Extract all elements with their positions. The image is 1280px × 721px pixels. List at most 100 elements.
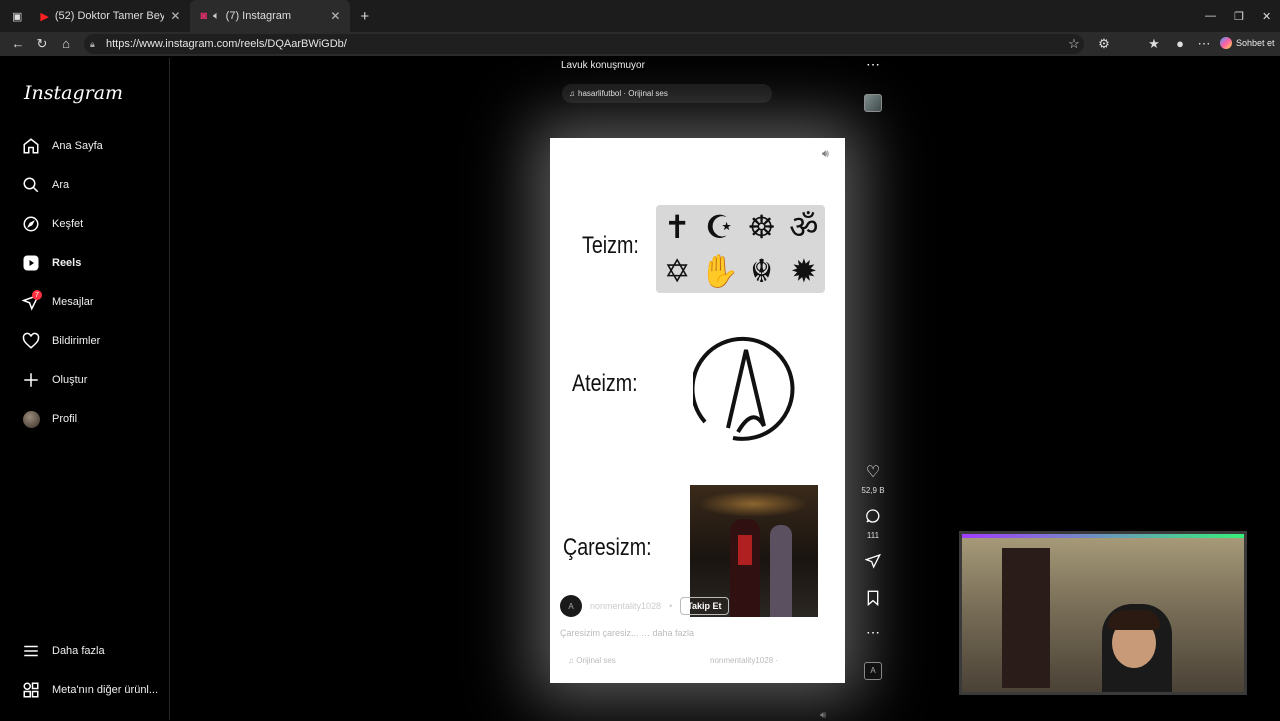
copilot-button[interactable]: Sohbet et: [1220, 37, 1275, 49]
instagram-logo[interactable]: Instagram: [24, 82, 123, 104]
tab-label: (52) Doktor Tamer Bey - Merhaba: [54, 10, 165, 22]
refresh-icon[interactable]: ↻: [34, 36, 50, 52]
reel-caption[interactable]: Çaresizim çaresiz... … daha fazla: [560, 628, 694, 638]
sidebar-item-messages[interactable]: 7 Mesajlar: [22, 289, 94, 315]
save-icon[interactable]: [862, 590, 884, 611]
reel-audio[interactable]: ♫ Orijinal ses: [568, 656, 616, 665]
messenger-icon: 7: [22, 290, 42, 311]
browser-tab-bar: ▣ ▶ (52) Doktor Tamer Bey - Merhaba ✕ ◙ …: [0, 0, 1280, 32]
minimize-icon[interactable]: —: [1205, 10, 1216, 22]
address-bar-row: ← ↻ ⌂ 🔒︎ https://www.instagram.com/reels…: [0, 32, 1280, 56]
tab-label: (7) Instagram: [225, 10, 292, 22]
profile-icon[interactable]: ●: [1172, 36, 1188, 52]
jain-hand-icon: ✋: [699, 253, 740, 289]
plus-icon: [22, 371, 40, 389]
follow-button[interactable]: Takip Et: [680, 597, 729, 615]
speaker-icon[interactable]: 🔊︎: [822, 148, 829, 161]
url-field[interactable]: 🔒︎ https://www.instagram.com/reels/DQAar…: [84, 34, 1084, 54]
khanda-icon: ☬: [750, 253, 773, 289]
caresizm-label: Çaresizm:: [563, 534, 652, 561]
share-icon[interactable]: [862, 553, 884, 574]
author-username[interactable]: nonmentality1028: [590, 601, 661, 611]
copilot-label: Sohbet et: [1236, 38, 1275, 48]
tab-instagram[interactable]: ◙ 🔈︎ (7) Instagram ✕: [190, 0, 351, 32]
previous-reel-caption: Lavuk konuşmuyor: [561, 60, 645, 71]
like-icon[interactable]: ♡: [862, 462, 884, 482]
back-icon[interactable]: ←: [10, 36, 26, 52]
site-info-icon[interactable]: 🔒︎: [90, 39, 95, 50]
sidebar-toggle-icon[interactable]: ▣: [12, 10, 22, 23]
like-count: 52,9 B: [861, 486, 885, 495]
tab-youtube[interactable]: ▶ (52) Doktor Tamer Bey - Merhaba ✕: [30, 0, 190, 32]
instagram-icon: ◙: [200, 10, 208, 22]
notification-badge: 7: [32, 290, 42, 300]
close-tab-icon[interactable]: ✕: [330, 9, 340, 23]
audio-thumbnail[interactable]: A: [864, 662, 882, 680]
avatar[interactable]: A: [560, 595, 582, 617]
more-options-icon[interactable]: ⋯: [862, 624, 884, 641]
home-icon[interactable]: ⌂: [58, 36, 74, 52]
streamer-webcam: [959, 531, 1247, 695]
sidebar-item-label: Profil: [52, 413, 78, 425]
comment-icon[interactable]: [862, 508, 884, 529]
sidebar-item-label: Reels: [52, 257, 82, 269]
sidebar-item-label: Oluştur: [52, 374, 88, 386]
sidebar-item-reels[interactable]: Reels: [22, 250, 81, 276]
new-tab-icon[interactable]: +: [360, 8, 369, 25]
religion-symbols: ✝ ☪ ☸ ॐ ✡ ✋ ☬ ✹: [656, 205, 825, 293]
favorite-icon[interactable]: ☆: [1066, 36, 1082, 52]
meta-apps-icon: [22, 681, 40, 699]
search-icon: [22, 176, 40, 194]
sidebar-item-label: Ana Sayfa: [52, 140, 103, 152]
close-window-icon[interactable]: ✕: [1262, 10, 1271, 23]
home-icon: [22, 137, 40, 155]
sidebar-item-label: Bildirimler: [52, 335, 101, 347]
comment-count: 111: [866, 531, 880, 540]
next-reel-speaker-icon: 🔊︎: [820, 710, 827, 721]
hamburger-icon: [22, 642, 40, 660]
sidebar-item-search[interactable]: Ara: [22, 172, 69, 198]
sidebar-item-home[interactable]: Ana Sayfa: [22, 133, 103, 159]
favorites-icon[interactable]: ★: [1146, 36, 1162, 52]
sidebar-item-profile[interactable]: Profil: [22, 406, 77, 432]
sidebar-item-label: Daha fazla: [52, 645, 105, 657]
close-tab-icon[interactable]: ✕: [170, 9, 180, 23]
sidebar-item-label: Ara: [52, 179, 70, 191]
sidebar-item-meta[interactable]: Meta'nın diğer ürünl...: [22, 677, 158, 703]
sidebar-item-label: Mesajlar: [52, 296, 94, 308]
compass-icon: [22, 215, 40, 233]
reels-icon: [22, 254, 40, 272]
sidebar-item-more[interactable]: Daha fazla: [22, 638, 105, 664]
more-options-icon[interactable]: ⋯: [862, 56, 884, 73]
cross-icon: ✝: [663, 209, 691, 245]
instagram-sidebar: Instagram Ana Sayfa Ara Keşfet Reels 7 M…: [8, 58, 170, 720]
avatar: [22, 410, 40, 428]
url-text: https://www.instagram.com/reels/DQAarBWi…: [106, 38, 347, 50]
bahai-star-icon: ✹: [790, 253, 818, 289]
sidebar-item-notifications[interactable]: Bildirimler: [22, 328, 100, 354]
sidebar-item-explore[interactable]: Keşfet: [22, 211, 83, 237]
extensions-icon[interactable]: ⚙: [1096, 36, 1112, 52]
sidebar-item-label: Meta'nın diğer ürünl...: [52, 684, 159, 696]
copilot-icon: [1220, 37, 1232, 49]
speaker-icon[interactable]: 🔈︎: [213, 10, 220, 23]
music-note-icon: ♫: [568, 656, 574, 665]
reel-author: A nonmentality1028 • Takip Et: [560, 595, 729, 617]
ateizm-label: Ateizm:: [572, 370, 638, 397]
star-of-david-icon: ✡: [663, 253, 691, 289]
audio-thumbnail[interactable]: [864, 94, 882, 112]
menu-icon[interactable]: ⋯: [1196, 36, 1212, 52]
music-note-icon: ♫: [569, 89, 575, 98]
om-icon: ॐ: [789, 209, 819, 245]
atheism-symbol-icon: [690, 336, 799, 449]
audio-label: hasarlifutbol · Orijinal ses: [578, 89, 668, 98]
reel-video[interactable]: 🔊︎ Teizm: ✝ ☪ ☸ ॐ ✡ ✋ ☬ ✹ Ateizm: Çaresi…: [550, 138, 845, 683]
audio-pill[interactable]: ♫ hasarlifutbol · Orijinal ses: [562, 84, 772, 103]
teizm-label: Teizm:: [582, 232, 639, 259]
restore-icon[interactable]: ❐: [1234, 10, 1244, 23]
audio-label: Orijinal ses: [576, 656, 616, 665]
sidebar-item-create[interactable]: Oluştur: [22, 367, 87, 393]
heart-icon: [22, 332, 40, 350]
reel-audio-user[interactable]: nonmentality1028 ·: [710, 656, 778, 665]
youtube-icon: ▶: [40, 10, 49, 23]
